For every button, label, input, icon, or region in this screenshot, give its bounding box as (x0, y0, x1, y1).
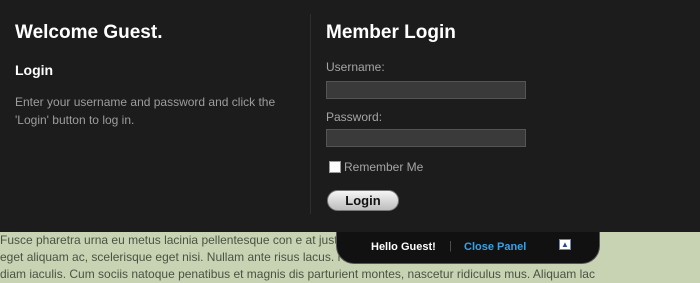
username-input[interactable] (326, 81, 526, 99)
chevron-up-icon[interactable]: ▲ (559, 239, 571, 250)
remember-me-label[interactable]: Remember Me (344, 160, 423, 174)
login-description: Enter your username and password and cli… (15, 95, 276, 127)
greeting-text: Hello Guest! (371, 241, 436, 253)
login-subheading: Login (15, 62, 54, 78)
login-panel: Welcome Guest. Login Enter your username… (0, 0, 700, 232)
column-divider (310, 14, 311, 214)
remember-me: Remember Me (329, 160, 423, 174)
member-login-form: Member Login Username: Password: Remembe… (326, 22, 686, 211)
password-input[interactable] (326, 129, 526, 147)
login-button[interactable]: Login (327, 190, 399, 211)
username-label: Username: (326, 60, 385, 74)
remember-me-checkbox[interactable] (329, 161, 341, 173)
tab-separator: | (449, 240, 452, 252)
panel-toggle-tab: Hello Guest! | Close Panel ▲ (336, 232, 600, 264)
password-label: Password: (326, 110, 383, 124)
close-panel-link[interactable]: Close Panel (464, 241, 526, 253)
welcome-section: Welcome Guest. Login Enter your username… (15, 22, 305, 129)
welcome-heading: Welcome Guest. (15, 22, 163, 43)
body-text-line: diam iaculis. Cum sociis natoque penatib… (0, 267, 595, 281)
member-login-title: Member Login (326, 22, 456, 43)
